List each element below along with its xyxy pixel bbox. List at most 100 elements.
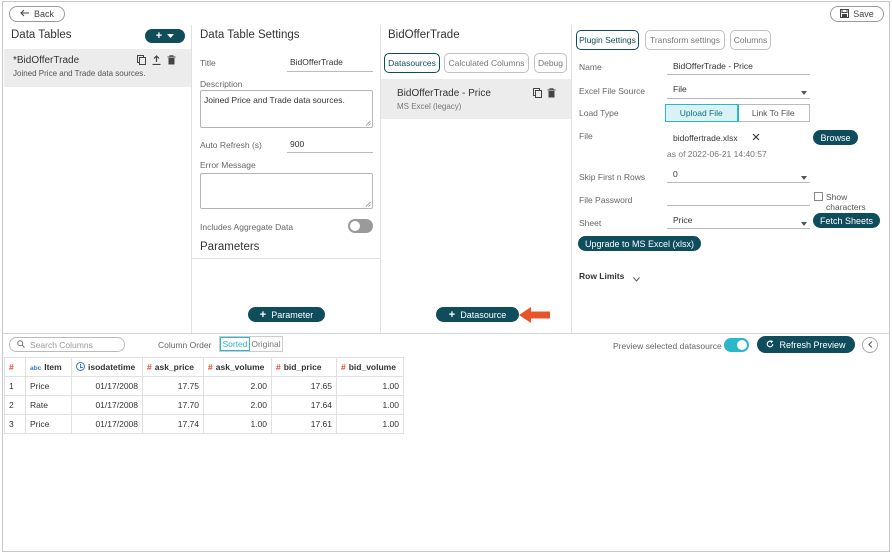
chevron-down-icon	[167, 30, 175, 42]
trash-icon[interactable]	[547, 88, 556, 100]
datasource-name: BidOfferTrade - Price	[397, 88, 491, 99]
tab-columns[interactable]: Columns	[730, 30, 771, 50]
cell-ask-volume: 2.00	[203, 376, 272, 396]
settings-title: Data Table Settings	[200, 29, 300, 41]
parameters-title: Parameters	[200, 241, 260, 253]
load-type-link[interactable]: Link To File	[738, 105, 810, 121]
column-name: Item	[44, 362, 62, 372]
resize-grip-icon[interactable]	[365, 201, 371, 207]
cell-ask-price: 17.70	[142, 395, 204, 415]
tab-debug[interactable]: Debug	[534, 53, 567, 73]
tab-plugin-settings[interactable]: Plugin Settings	[576, 30, 639, 50]
back-button[interactable]: Back	[9, 6, 65, 22]
caret-down-icon[interactable]	[801, 218, 807, 228]
excel-source-underline	[667, 98, 810, 99]
tab-calculated-columns[interactable]: Calculated Columns	[444, 53, 529, 73]
copy-icon[interactable]	[137, 55, 146, 67]
fetch-sheets-button[interactable]: Fetch Sheets	[813, 213, 880, 228]
preview-selected-toggle[interactable]	[724, 338, 749, 352]
file-label: File	[579, 131, 593, 141]
column-header-item[interactable]: abc Item	[25, 357, 72, 377]
description-text: Joined Price and Trade data sources.	[204, 95, 345, 105]
cell-bid-volume: 1.00	[336, 376, 404, 396]
add-data-table-button[interactable]: +	[145, 29, 185, 43]
chevron-down-icon[interactable]	[633, 274, 640, 284]
toggle-knob	[737, 340, 747, 350]
table-header-row: # abc Item isodatetime # ask_price # ask_vo…	[4, 357, 404, 377]
cell-isodatetime: 01/17/2008	[71, 414, 143, 434]
title-input[interactable]: BidOfferTrade	[290, 57, 343, 67]
data-table-item[interactable]: *BidOfferTrade Joined Price and Trade da…	[4, 49, 191, 87]
row-index: 3	[4, 414, 26, 434]
load-type-label: Load Type	[579, 108, 619, 118]
table-row: 3 Price 01/17/2008 17.74 1.00 17.61 1.00	[4, 414, 404, 434]
text-type-icon: abc	[30, 365, 42, 372]
column-header-ask-volume[interactable]: # ask_volume	[203, 357, 272, 377]
plus-icon: +	[155, 30, 163, 42]
auto-refresh-input[interactable]: 900	[290, 139, 304, 149]
title-input-underline	[287, 71, 373, 72]
column-header-bid-volume[interactable]: # bid_volume	[336, 357, 404, 377]
show-characters-checkbox[interactable]	[814, 192, 823, 201]
copy-icon[interactable]	[533, 88, 542, 100]
error-message-label: Error Message	[200, 160, 256, 170]
tab-transform-settings[interactable]: Transform settings	[645, 30, 725, 50]
number-type-icon: #	[147, 362, 152, 372]
collapse-button[interactable]	[862, 337, 878, 353]
tab-datasources[interactable]: Datasources	[384, 53, 440, 73]
search-columns-input[interactable]: Search Columns	[9, 337, 125, 352]
order-original[interactable]: Original	[250, 337, 282, 351]
caret-down-icon[interactable]	[801, 172, 807, 182]
row-limits-label[interactable]: Row Limits	[579, 271, 624, 281]
divider	[380, 25, 381, 333]
row-index: 1	[4, 376, 26, 396]
aggregate-toggle[interactable]	[348, 219, 373, 233]
datasource-type: MS Excel (legacy)	[397, 102, 462, 111]
skip-rows-select[interactable]: 0	[673, 169, 678, 179]
load-type-upload[interactable]: Upload File	[665, 104, 739, 122]
browse-button[interactable]: Browse	[813, 130, 858, 145]
column-header-isodatetime[interactable]: isodatetime	[71, 357, 143, 377]
column-header-bid-price[interactable]: # bid_price	[271, 357, 337, 377]
refresh-preview-button[interactable]: Refresh Preview	[757, 336, 855, 353]
column-name: ask_price	[154, 362, 194, 372]
export-icon[interactable]	[152, 55, 161, 67]
aggregate-label: Includes Aggregate Data	[200, 222, 294, 232]
column-name: bid_volume	[348, 362, 396, 372]
auto-refresh-underline	[287, 152, 373, 153]
column-header-ask-price[interactable]: # ask_price	[142, 357, 204, 377]
add-parameter-button[interactable]: + Parameter	[248, 307, 325, 322]
order-sorted[interactable]: Sorted	[220, 337, 250, 351]
resize-grip-icon[interactable]	[365, 120, 371, 126]
save-icon	[840, 8, 850, 20]
number-type-icon: #	[341, 362, 346, 372]
file-name: bidoffertrade.xlsx	[673, 133, 738, 143]
error-message-input[interactable]	[200, 173, 373, 209]
add-datasource-button[interactable]: + Datasource	[436, 307, 519, 322]
name-input[interactable]: BidOfferTrade - Price	[673, 61, 753, 71]
upgrade-button[interactable]: Upgrade to MS Excel (xlsx)	[578, 236, 701, 251]
cell-bid-price: 17.65	[271, 376, 337, 396]
skip-rows-underline	[667, 182, 810, 183]
cell-bid-price: 17.64	[271, 395, 337, 415]
app-window: Back Save Data Tables + *BidOfferTrade J…	[2, 1, 890, 552]
save-label: Save	[853, 9, 874, 19]
excel-source-select[interactable]: File	[673, 84, 687, 94]
plus-icon: +	[448, 308, 456, 321]
excel-source-label: Excel File Source	[579, 86, 646, 96]
sheet-select[interactable]: Price	[673, 215, 692, 225]
sheet-underline	[667, 228, 810, 229]
table-row: 1 Price 01/17/2008 17.75 2.00 17.65 1.00	[4, 376, 404, 396]
divider	[191, 25, 192, 333]
save-button[interactable]: Save	[830, 6, 884, 22]
caret-down-icon[interactable]	[801, 87, 807, 97]
toggle-knob	[350, 221, 360, 231]
description-input[interactable]: Joined Price and Trade data sources.	[200, 90, 373, 128]
cell-bid-volume: 1.00	[336, 414, 404, 434]
close-icon[interactable]	[752, 133, 760, 143]
data-table-name: *BidOfferTrade	[13, 55, 80, 66]
table-row: 2 Rate 01/17/2008 17.70 2.00 17.64 1.00	[4, 395, 404, 415]
cell-isodatetime: 01/17/2008	[71, 376, 143, 396]
trash-icon[interactable]	[167, 55, 176, 67]
datasource-item[interactable]: BidOfferTrade - Price MS Excel (legacy)	[381, 79, 571, 119]
